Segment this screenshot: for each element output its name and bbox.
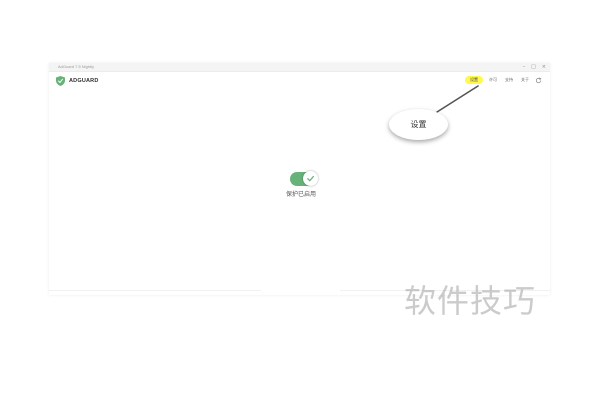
window-title: AdGuard 7.5 Nightly	[58, 64, 95, 69]
app-header: ADGUARD 设置 许可 支持 关于	[49, 72, 550, 90]
brand: ADGUARD	[56, 76, 99, 86]
maximize-button[interactable]: □	[531, 63, 536, 71]
refresh-icon[interactable]	[535, 77, 542, 84]
top-nav: 设置 许可 支持 关于	[465, 76, 542, 84]
close-button[interactable]: ×	[542, 63, 546, 71]
nav-item-license[interactable]: 许可	[487, 76, 499, 84]
nav-item-support[interactable]: 支持	[503, 76, 515, 84]
window-controls: – □ ×	[523, 63, 546, 71]
shield-icon	[56, 76, 65, 86]
toggle-knob	[303, 171, 318, 186]
watermark: 软件技巧	[404, 282, 537, 320]
protection-status: 保护已启用	[285, 191, 316, 198]
nav-item-about[interactable]: 关于	[519, 76, 531, 84]
protection-panel: 保护已启用	[286, 170, 318, 200]
title-bar: AdGuard 7.5 Nightly – □ ×	[49, 63, 550, 72]
check-icon	[307, 175, 315, 182]
nav-item-settings[interactable]: 设置	[465, 76, 483, 84]
divider	[49, 290, 261, 291]
brand-name: ADGUARD	[69, 78, 99, 84]
annotation-callout: 设置	[389, 109, 448, 140]
minimize-button[interactable]: –	[523, 63, 526, 71]
protection-toggle[interactable]	[290, 171, 318, 186]
